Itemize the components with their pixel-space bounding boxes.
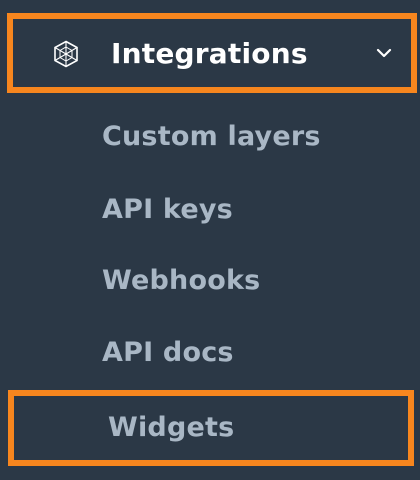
- hexagon-network-icon: [54, 40, 78, 68]
- sidebar-subitem-custom-layers[interactable]: Custom layers: [102, 121, 321, 153]
- sidebar-subitem-api-docs[interactable]: API docs: [102, 337, 234, 369]
- sidebar-item-integrations[interactable]: Integrations: [7, 13, 417, 93]
- sidebar-menu: Integrations Custom layers API keys Webh…: [0, 0, 420, 480]
- sidebar-subitem-label: Widgets: [108, 412, 235, 443]
- sidebar-item-label: Integrations: [111, 37, 308, 70]
- sidebar-subitem-webhooks[interactable]: Webhooks: [102, 265, 260, 297]
- chevron-down-icon[interactable]: [375, 46, 393, 60]
- sidebar-subitem-widgets[interactable]: Widgets: [8, 390, 414, 466]
- sidebar-subitem-api-keys[interactable]: API keys: [102, 194, 233, 226]
